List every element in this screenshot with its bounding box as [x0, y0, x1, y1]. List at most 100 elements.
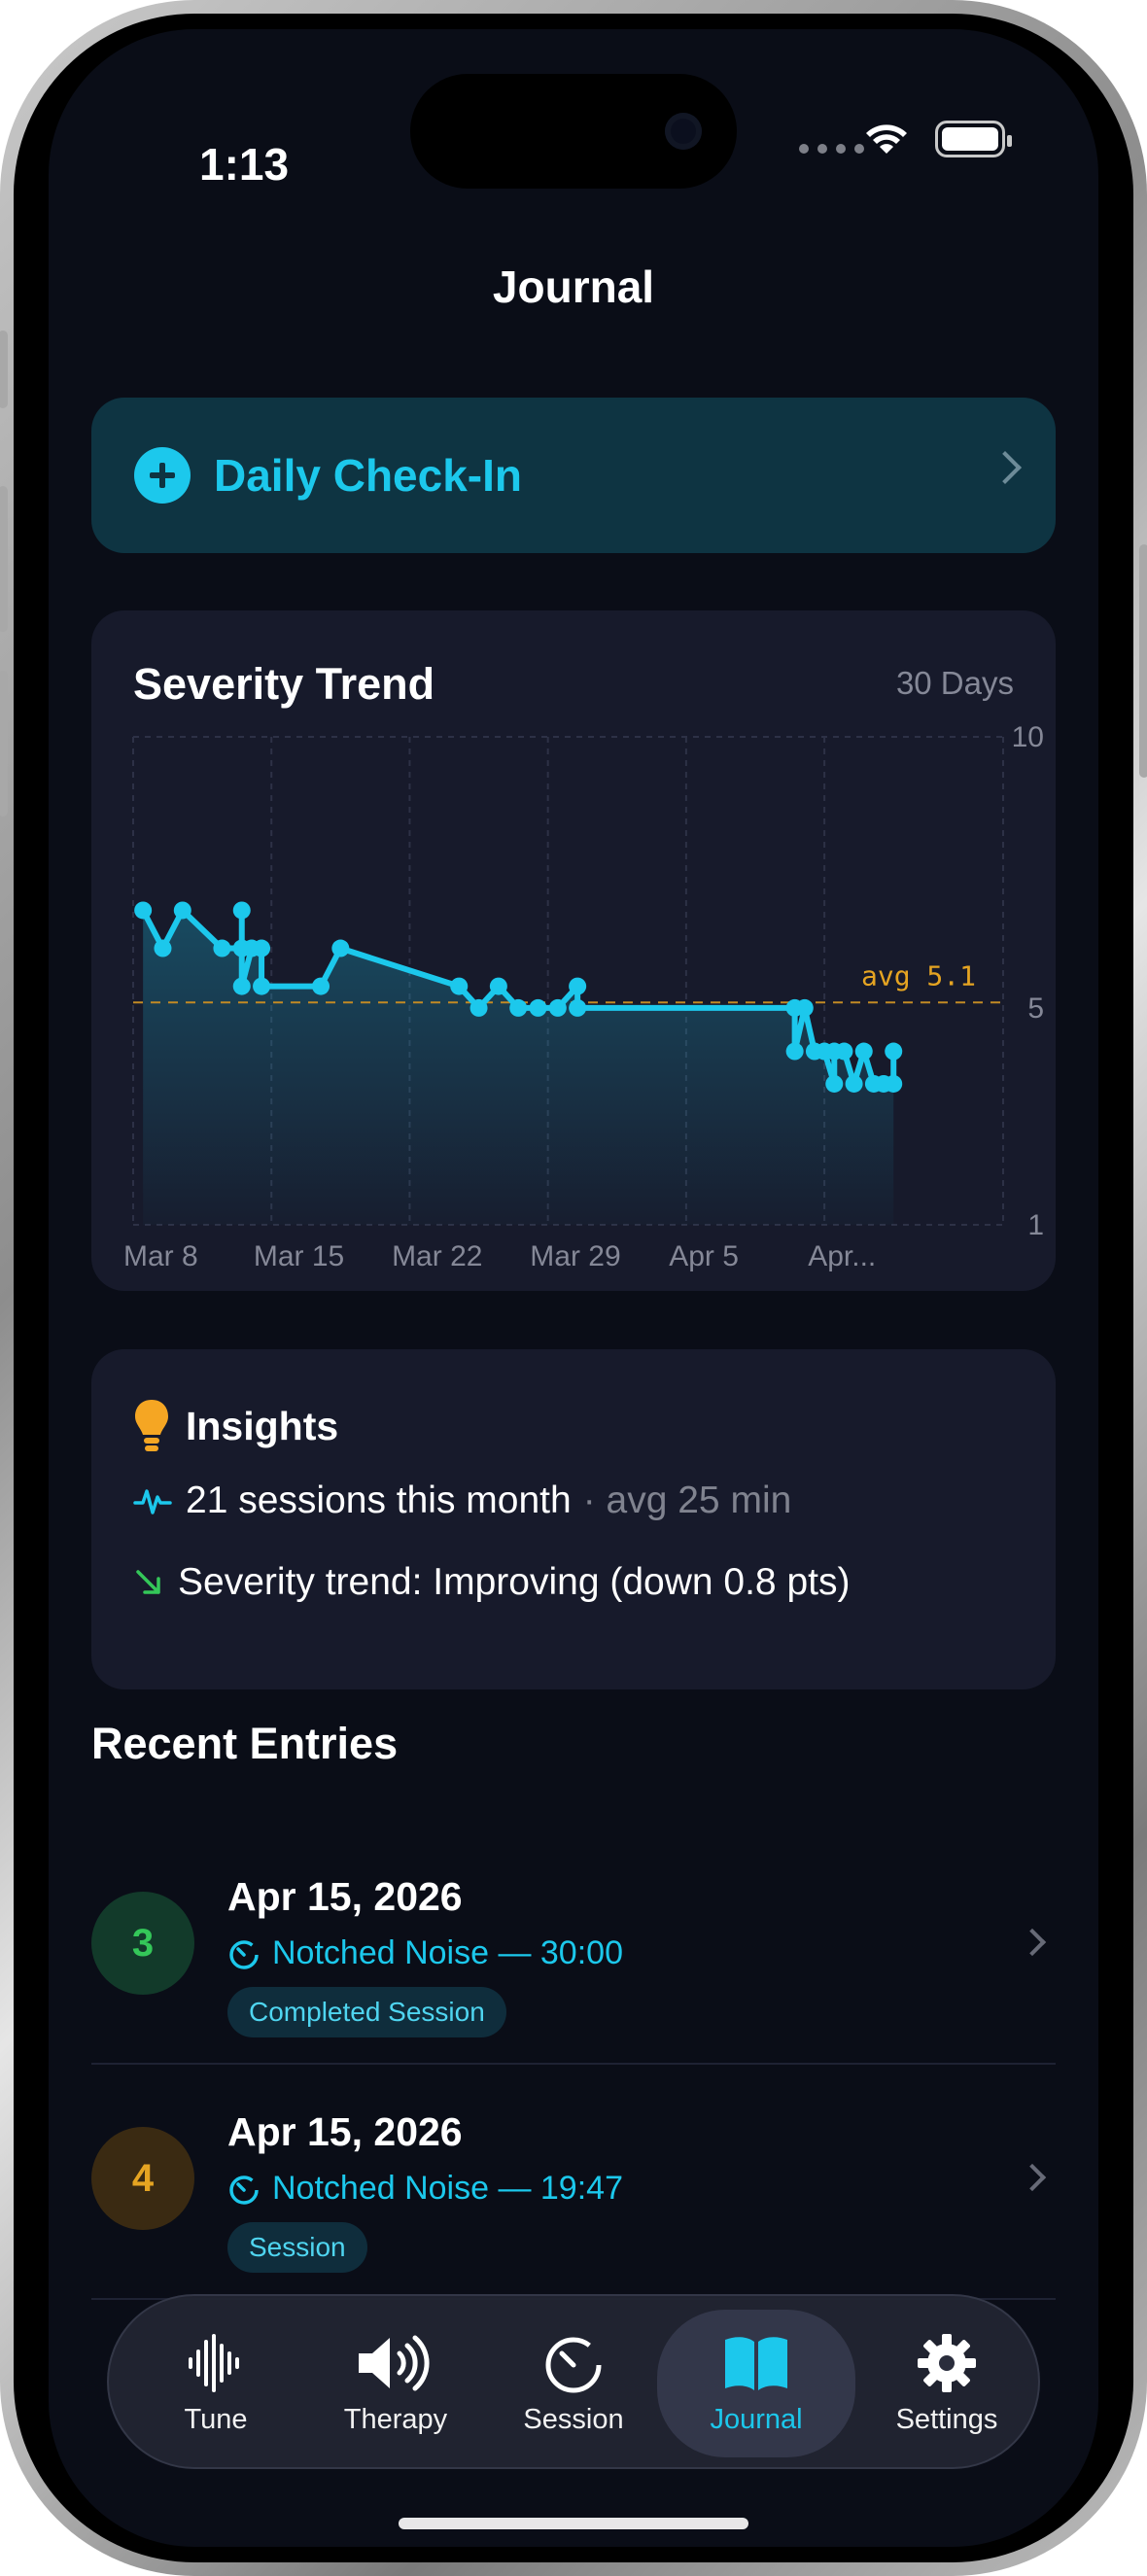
chart-point — [854, 1042, 873, 1061]
chart-avg-label: avg 5.1 — [861, 959, 976, 992]
chart-x-tick-label: Mar 8 — [123, 1240, 198, 1272]
recent-entries-title: Recent Entries — [91, 1719, 399, 1768]
front-camera — [665, 113, 702, 150]
severity-trend-chart: avg 5.1 Mar 8 Mar 15 Mar 22 Mar 29 Apr 5 Apr.… — [123, 721, 1044, 1272]
chart-point — [312, 977, 330, 995]
tab-session[interactable]: Session — [496, 2296, 651, 2471]
chart-x-tick-label: Apr 5 — [669, 1240, 739, 1272]
lightbulb-icon — [135, 1400, 168, 1451]
chart-point — [785, 1042, 804, 1061]
insight-trend-text: Severity trend: Improving (down 0.8 pts) — [178, 1561, 851, 1603]
chart-x-tick-label: Mar 29 — [530, 1240, 620, 1272]
chart-point — [232, 901, 251, 920]
chart-area — [143, 910, 894, 1225]
daily-checkin-label: Daily Check-In — [214, 450, 522, 501]
insight-sessions-text: 21 sessions this month — [186, 1479, 572, 1521]
side-button-volume-down — [0, 671, 8, 817]
insights-card: Insights 21 sessions this month · avg 25… — [91, 1349, 1056, 1689]
plus-circle-icon — [134, 447, 191, 504]
chart-point — [795, 998, 814, 1017]
chart-point — [253, 977, 271, 995]
gear-icon — [918, 2333, 976, 2392]
wifi-icon — [866, 124, 907, 154]
chart-y-tick-label: 1 — [1027, 1209, 1044, 1241]
chart-point — [489, 977, 507, 995]
status-time: 1:13 — [199, 139, 290, 190]
tab-settings[interactable]: Settings — [869, 2296, 1025, 2471]
chart-x-tick-label: Mar 15 — [254, 1240, 344, 1272]
tab-tune[interactable]: Tune — [138, 2296, 294, 2471]
side-button-volume-up — [0, 486, 8, 632]
dynamic-island — [410, 74, 737, 189]
entry-session: Notched Noise — 30:00 — [227, 1934, 623, 1972]
chart-point — [154, 939, 172, 957]
chart-point — [173, 901, 191, 920]
chart-point — [885, 1074, 903, 1093]
book-icon — [725, 2336, 787, 2390]
waveform-pulse-icon — [133, 1489, 172, 1514]
chart-point — [569, 998, 587, 1017]
tab-therapy[interactable]: Therapy — [318, 2296, 473, 2471]
tab-therapy-label: Therapy — [343, 2403, 448, 2435]
tab-journal-label: Journal — [710, 2403, 803, 2435]
timer-icon — [545, 2337, 602, 2392]
screen: 1:13 Journal Daily Check-In Severity Tre… — [49, 29, 1098, 2547]
home-indicator — [399, 2518, 748, 2529]
chart-point — [548, 998, 567, 1017]
timer-icon — [229, 2175, 259, 2205]
insight-avg-duration: · avg 25 min — [582, 1479, 792, 1521]
entry-session-text: Notched Noise — 19:47 — [272, 2170, 623, 2207]
cellular-signal-icon — [799, 144, 864, 154]
list-item[interactable]: 4 Apr 15, 2026 Notched Noise — 19:47 Ses… — [91, 2067, 1056, 2300]
chart-point — [885, 1042, 903, 1061]
severity-trend-card: Severity Trend 30 Days avg 5.1 Mar 8 Mar … — [91, 610, 1056, 1291]
entry-tag: Session — [227, 2222, 367, 2273]
chart-point — [509, 998, 528, 1017]
entry-date: Apr 15, 2026 — [227, 1874, 463, 1919]
chart-point — [450, 977, 469, 995]
insights-header: Insights — [133, 1398, 338, 1454]
chart-point — [253, 939, 271, 957]
side-button-power — [1139, 544, 1147, 778]
entry-session: Notched Noise — 19:47 — [227, 2170, 623, 2208]
chart-y-tick-label: 10 — [1012, 721, 1044, 753]
entry-date: Apr 15, 2026 — [227, 2109, 463, 2154]
tab-tune-label: Tune — [184, 2403, 248, 2435]
tab-session-label: Session — [523, 2403, 624, 2435]
battery-icon — [935, 121, 1012, 157]
insight-sessions: 21 sessions this month · avg 25 min — [133, 1479, 791, 1522]
chart-point — [213, 939, 231, 957]
chevron-right-icon — [989, 451, 1022, 484]
chart-point — [331, 939, 350, 957]
entry-tag: Completed Session — [227, 1987, 506, 2037]
chart-y-tick-label: 5 — [1027, 992, 1044, 1025]
page-title: Journal — [492, 261, 655, 312]
chart-point — [469, 998, 488, 1017]
chart-point — [835, 1042, 853, 1061]
chevron-right-icon — [1018, 1928, 1047, 1957]
chart-point — [134, 901, 153, 920]
chart-point — [845, 1074, 863, 1093]
chart-point — [569, 977, 587, 995]
tab-bar: Tune Therapy Session Journal Settings — [107, 2294, 1040, 2469]
tab-settings-label: Settings — [895, 2403, 998, 2435]
tab-journal[interactable]: Journal — [657, 2310, 855, 2457]
chart-x-tick-label: Mar 22 — [392, 1240, 482, 1272]
chart-point — [529, 998, 547, 1017]
daily-checkin-button[interactable]: Daily Check-In — [91, 398, 1056, 553]
chart-x-tick-label: Apr... — [808, 1240, 876, 1272]
severity-score-badge: 4 — [91, 2127, 194, 2230]
entry-session-text: Notched Noise — 30:00 — [272, 1934, 623, 1971]
chevron-right-icon — [1018, 2163, 1047, 2192]
divider — [91, 2063, 1056, 2065]
side-button-action — [0, 331, 8, 408]
severity-score-badge: 3 — [91, 1892, 194, 1995]
waveform-icon — [189, 2333, 239, 2392]
insight-trend: Severity trend: Improving (down 0.8 pts) — [133, 1561, 850, 1604]
timer-icon — [229, 1939, 259, 1969]
insights-title: Insights — [186, 1403, 339, 1448]
arrow-down-right-icon — [136, 1570, 160, 1594]
chart-point — [232, 977, 251, 995]
list-item[interactable]: 3 Apr 15, 2026 Notched Noise — 30:00 Com… — [91, 1831, 1056, 2065]
chart-point — [825, 1074, 844, 1093]
